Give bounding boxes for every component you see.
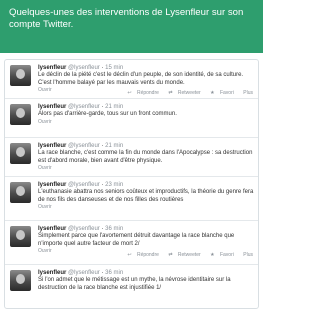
avatar[interactable] — [10, 182, 31, 203]
avatar[interactable] — [10, 143, 31, 164]
more-button[interactable]: Plus — [239, 252, 253, 258]
tweet-feed: lysenfleur @lysenfleur · 15 min Le décli… — [4, 59, 259, 309]
tweet-time[interactable]: 21 min — [105, 143, 123, 149]
tweet-text: La race blanche, c'est comme la fin du m… — [38, 150, 253, 164]
favorite-button[interactable]: ★ Favori — [206, 252, 234, 258]
star-icon: ★ — [210, 252, 215, 258]
retweet-button[interactable]: ⇄ Retweeter — [164, 252, 200, 258]
tweet-actions: ↩ Répondre ⇄ Retweeter ★ Favori Plus — [119, 90, 253, 96]
user-name[interactable]: lysenfleur — [38, 65, 66, 71]
reply-icon: ↩ — [127, 90, 132, 96]
reply-button[interactable]: ↩ Répondre — [123, 252, 159, 258]
tweet: lysenfleur @lysenfleur · 15 min Le décli… — [5, 60, 258, 99]
retweet-icon: ⇄ — [168, 252, 173, 258]
avatar[interactable] — [10, 104, 31, 125]
open-link[interactable]: Ouvrir — [38, 165, 254, 172]
reply-button[interactable]: ↩ Répondre — [123, 90, 159, 96]
tweet-time[interactable]: 15 min — [105, 65, 123, 71]
tweet-actions: ↩ Répondre ⇄ Retweeter ★ Favori Plus — [119, 252, 253, 258]
user-handle[interactable]: @lysenfleur — [68, 182, 100, 188]
star-icon: ★ — [210, 90, 215, 96]
tweet-time[interactable]: 36 min — [105, 270, 123, 276]
tweet-text: Simplement parce que l'avortement détrui… — [38, 233, 235, 247]
caption-header: Quelques-unes des interventions de Lysen… — [0, 0, 263, 53]
user-name[interactable]: lysenfleur — [38, 182, 66, 188]
user-handle[interactable]: @lysenfleur — [68, 226, 100, 232]
tweet: lysenfleur @lysenfleur · 23 min L'euthan… — [5, 177, 258, 221]
tweet-text: L'euthanasie abattra nos seniors coûteux… — [38, 189, 254, 203]
avatar[interactable] — [10, 226, 31, 247]
more-button[interactable]: Plus — [239, 90, 253, 96]
open-link[interactable]: Ouvrir — [38, 204, 254, 211]
tweet-text: Si l'on admet que le métissage est un my… — [38, 277, 231, 291]
user-name[interactable]: lysenfleur — [38, 143, 66, 149]
tweet-text: Le déclin de la piété c'est le déclin d'… — [38, 72, 244, 86]
open-link[interactable]: Ouvrir — [38, 119, 254, 126]
user-name[interactable]: lysenfleur — [38, 226, 66, 232]
tweet-text: Alors pas d'arrière-garde, tous sur un f… — [38, 111, 177, 117]
favorite-button[interactable]: ★ Favori — [206, 90, 234, 96]
user-handle[interactable]: @lysenfleur — [68, 104, 100, 110]
tweet-time[interactable]: 21 min — [105, 104, 123, 110]
user-name[interactable]: lysenfleur — [38, 270, 66, 276]
tweet-time[interactable]: 36 min — [105, 226, 123, 232]
retweet-button[interactable]: ⇄ Retweeter — [164, 90, 200, 96]
retweet-icon: ⇄ — [168, 90, 173, 96]
tweet: lysenfleur @lysenfleur · 36 min Simpleme… — [5, 221, 258, 265]
reply-icon: ↩ — [127, 252, 132, 258]
avatar[interactable] — [10, 65, 31, 86]
tweet-time[interactable]: 23 min — [105, 182, 123, 188]
tweet: lysenfleur @lysenfleur · 21 min Alors pa… — [5, 99, 258, 138]
user-handle[interactable]: @lysenfleur — [68, 65, 100, 71]
user-handle[interactable]: @lysenfleur — [68, 143, 100, 149]
caption-title: Quelques-unes des interventions de Lysen… — [9, 7, 244, 30]
user-handle[interactable]: @lysenfleur — [68, 270, 100, 276]
user-name[interactable]: lysenfleur — [38, 104, 66, 110]
tweet: lysenfleur @lysenfleur · 36 min Si l'on … — [5, 265, 258, 305]
avatar[interactable] — [10, 270, 31, 291]
tweet: lysenfleur @lysenfleur · 21 min La race … — [5, 138, 258, 177]
